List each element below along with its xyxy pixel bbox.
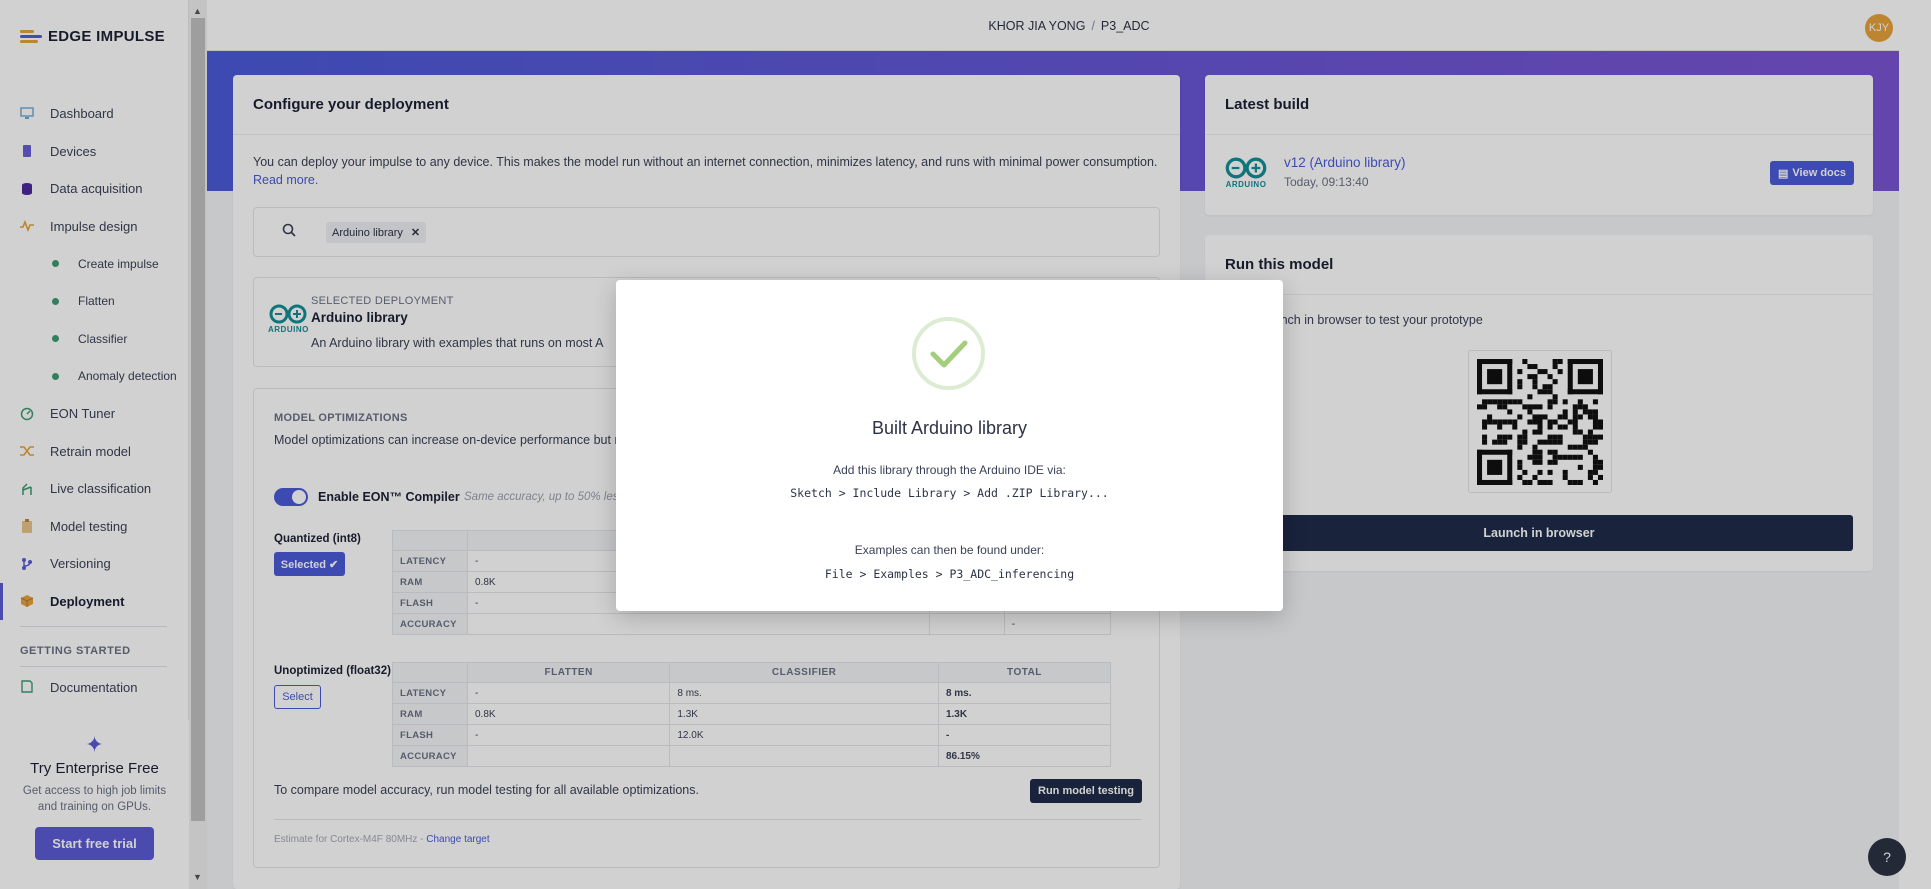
modal-code-path: File > Examples > P3_ADC_inferencing	[824, 567, 1075, 581]
modal-code-path: Sketch > Include Library > Add .ZIP Libr…	[790, 486, 1109, 500]
modal-instruction: Add this library through the Arduino IDE…	[833, 463, 1066, 477]
modal-instruction: Examples can then be found under:	[854, 543, 1045, 557]
build-success-modal: Built Arduino library Add this library t…	[616, 280, 1283, 611]
success-check-icon	[912, 317, 985, 390]
modal-title: Built Arduino library	[871, 418, 1028, 438]
